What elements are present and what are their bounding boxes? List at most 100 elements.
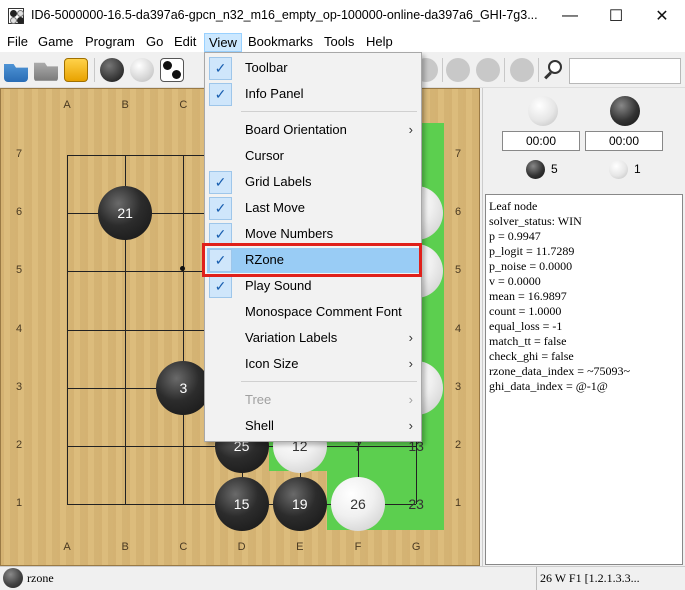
row-label: 1 xyxy=(454,497,462,510)
white-captures-count: 1 xyxy=(634,162,641,176)
menu-tools[interactable]: Tools xyxy=(320,33,358,52)
info-line: ghi_data_index = @-1@ xyxy=(489,379,608,393)
star-point xyxy=(180,266,185,271)
title-bar: ID6-5000000-16.5-da397a6-gpcn_n32_m16_em… xyxy=(0,0,685,31)
white-clock: 00:00 xyxy=(585,131,663,151)
checkmark-icon: ✓ xyxy=(209,275,232,298)
view-menu-item-toolbar[interactable]: ✓ Toolbar xyxy=(207,56,419,81)
info-line: p_noise = 0.0000 xyxy=(489,259,573,273)
column-label: G xyxy=(411,541,421,553)
grid-line xyxy=(183,155,185,505)
minimize-button[interactable]: — xyxy=(547,0,593,31)
menu-game[interactable]: Game xyxy=(34,33,77,52)
row-label: 3 xyxy=(15,380,23,393)
row-label: 4 xyxy=(454,322,462,335)
view-menu-item-variation-labels[interactable]: Variation Labels › xyxy=(207,326,419,351)
menu-help[interactable]: Help xyxy=(362,33,397,52)
checkmark-icon: ✓ xyxy=(209,83,232,106)
info-panel: 00:00 00:00 5 1 Leaf node solver_status: … xyxy=(482,88,685,566)
toolbar-separator xyxy=(538,58,539,82)
row-label: 7 xyxy=(454,148,462,160)
row-label: 5 xyxy=(15,264,23,277)
maximize-button[interactable]: ☐ xyxy=(593,0,639,31)
menu-item-label: Icon Size xyxy=(245,356,299,371)
column-label: F xyxy=(354,541,362,553)
view-menu-item-board-orientation[interactable]: Board Orientation › xyxy=(207,118,419,143)
menu-item-label: Monospace Comment Font xyxy=(245,304,402,319)
black-stone: 15 xyxy=(214,477,269,532)
menu-file[interactable]: File xyxy=(3,33,32,52)
submenu-arrow-icon: › xyxy=(408,392,413,407)
checkmark-icon: ✓ xyxy=(209,197,232,220)
menu-item-label: Variation Labels xyxy=(245,330,338,345)
to-play-stone-icon xyxy=(3,568,23,588)
black-stone: 19 xyxy=(272,477,327,532)
status-bar: rzone 26 W F1 [1.2.1.3.3... xyxy=(0,566,685,590)
row-label: 1 xyxy=(15,497,23,510)
add-black-icon[interactable] xyxy=(100,58,124,82)
column-label: A xyxy=(63,541,71,553)
view-menu-item-info-panel[interactable]: ✓ Info Panel xyxy=(207,82,419,107)
view-menu-item-cursor[interactable]: Cursor xyxy=(207,144,419,169)
close-button[interactable]: ✕ xyxy=(639,0,685,31)
white-captures-icon xyxy=(609,160,628,179)
save-icon[interactable] xyxy=(34,62,58,81)
menu-separator xyxy=(241,111,417,112)
search-icon[interactable] xyxy=(542,58,566,82)
toolbar-search-input[interactable] xyxy=(569,58,681,84)
view-menu-item-monospace-comment-font[interactable]: Monospace Comment Font xyxy=(207,300,419,325)
menu-separator xyxy=(241,381,417,382)
grid-line xyxy=(67,155,68,505)
open-folder-icon[interactable] xyxy=(4,64,28,82)
comment-box[interactable]: Leaf node solver_status: WIN p = 0.9947 p_l… xyxy=(485,194,683,565)
info-line: check_ghi = false xyxy=(489,349,574,363)
info-line: p_logit = 11.7289 xyxy=(489,244,575,258)
menu-item-label: Play Sound xyxy=(245,278,312,293)
menu-bookmarks[interactable]: Bookmarks xyxy=(244,33,317,52)
menu-go[interactable]: Go xyxy=(142,33,167,52)
app-icon xyxy=(8,8,24,24)
black-stone: 21 xyxy=(98,186,153,241)
column-label: B xyxy=(121,541,129,553)
column-label: C xyxy=(179,541,188,553)
column-label: B xyxy=(121,99,129,111)
menu-item-label: Last Move xyxy=(245,200,305,215)
menu-item-label: Move Numbers xyxy=(245,226,334,241)
info-line: equal_loss = -1 xyxy=(489,319,563,333)
view-menu-item-icon-size[interactable]: Icon Size › xyxy=(207,352,419,377)
new-game-icon[interactable] xyxy=(64,58,88,82)
menu-bar: File Game Program Go Edit View Bookmarks… xyxy=(0,31,685,52)
highlight-annotation-box xyxy=(202,243,422,277)
row-label: 2 xyxy=(15,439,23,451)
add-white-icon[interactable] xyxy=(130,58,154,82)
row-label: 7 xyxy=(15,148,23,160)
nav-down-icon[interactable] xyxy=(446,58,470,82)
info-line: v = 0.0000 xyxy=(489,274,541,288)
menu-program[interactable]: Program xyxy=(81,33,139,52)
menu-item-label: Grid Labels xyxy=(245,174,312,189)
row-label: 6 xyxy=(15,206,23,219)
submenu-arrow-icon: › xyxy=(408,122,413,137)
menu-view[interactable]: View xyxy=(204,33,242,52)
view-menu-item-play-sound[interactable]: ✓ Play Sound xyxy=(207,274,419,299)
menu-item-label: Toolbar xyxy=(245,60,288,75)
view-menu-item-grid-labels[interactable]: ✓ Grid Labels xyxy=(207,170,419,195)
white-stone: 26 xyxy=(331,477,385,532)
view-menu-item-last-move[interactable]: ✓ Last Move xyxy=(207,196,419,221)
column-label: D xyxy=(237,541,246,553)
info-line: count = 1.0000 xyxy=(489,304,562,318)
status-left-text: rzone xyxy=(27,571,54,585)
menu-item-label: Tree xyxy=(245,392,272,407)
setup-icon[interactable] xyxy=(160,58,184,82)
menu-item-label: Shell xyxy=(245,418,274,433)
nav-last-icon[interactable] xyxy=(510,58,534,82)
black-captures-count: 5 xyxy=(551,162,558,176)
view-menu-item-shell[interactable]: Shell › xyxy=(207,414,419,439)
row-label: 5 xyxy=(454,264,462,277)
submenu-arrow-icon: › xyxy=(408,418,413,433)
menu-edit[interactable]: Edit xyxy=(170,33,200,52)
submenu-arrow-icon: › xyxy=(408,330,413,345)
info-line: solver_status: WIN xyxy=(489,214,582,228)
nav-up-icon[interactable] xyxy=(476,58,500,82)
black-captures-icon xyxy=(526,160,545,179)
